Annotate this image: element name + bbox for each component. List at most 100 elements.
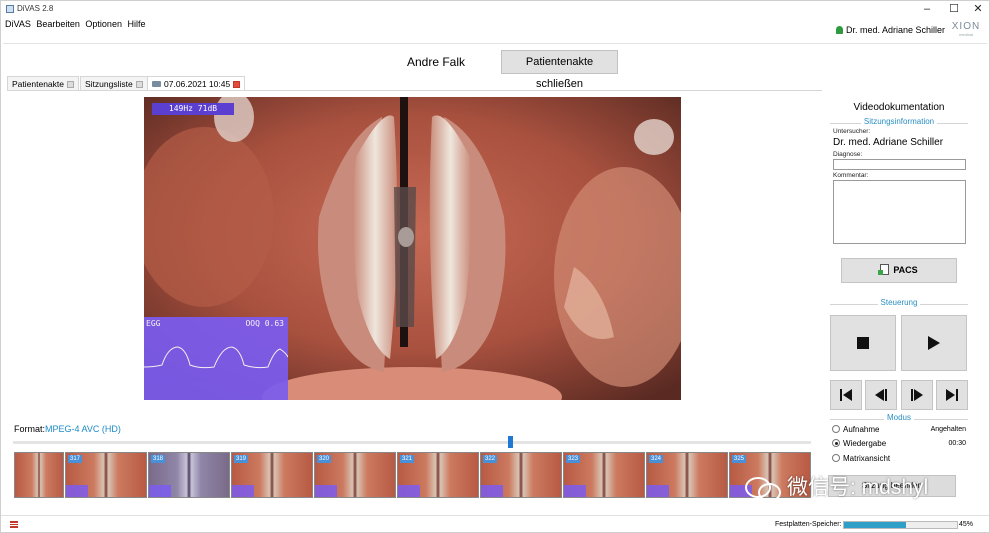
egg-waveform	[144, 346, 288, 369]
format-label: Format:	[14, 424, 46, 434]
wechat-watermark: 微信号: mdshyl	[745, 471, 928, 505]
mode-label: Wiedergabe	[843, 439, 887, 448]
frequency-level-readout: 149Hz 71dB	[152, 103, 234, 115]
jump-to-end-button[interactable]	[936, 380, 968, 410]
pacs-export-icon	[878, 264, 890, 275]
close-window-button[interactable]: ✕	[965, 1, 990, 17]
mode-label: Matrixansicht	[843, 454, 891, 463]
pacs-button[interactable]: PACS	[841, 258, 957, 283]
thumbnail[interactable]: 318	[148, 452, 230, 498]
tab-underline	[7, 90, 822, 91]
step-forward-icon	[911, 389, 923, 401]
patient-name: Andre Falk	[406, 55, 466, 69]
thumbnail-number: 319	[234, 455, 249, 463]
thumbnail-number: 322	[483, 455, 498, 463]
recording-status: Angehalten	[930, 426, 966, 433]
panel-title: Videodokumentation	[853, 102, 945, 113]
menu-hilfe[interactable]: Hilfe	[127, 19, 145, 29]
current-user: Dr. med. Adriane Schiller	[835, 23, 945, 37]
mode-legend: Modus	[883, 413, 914, 422]
header-divider	[3, 43, 987, 44]
menu-divas[interactable]: DiVAS	[5, 19, 31, 29]
tab-patientenakte[interactable]: Patientenakte	[7, 76, 79, 90]
diagnosis-label: Diagnose:	[833, 151, 863, 158]
session-info-legend: Sitzungsinformation	[860, 117, 938, 126]
menu-bearbeiten[interactable]: Bearbeiten	[36, 19, 80, 29]
tab-sitzungsliste[interactable]: Sitzungsliste	[80, 76, 148, 90]
close-tab-icon[interactable]	[233, 81, 241, 88]
disk-space-fill	[844, 522, 907, 528]
skip-to-start-icon	[840, 389, 852, 401]
step-forward-button[interactable]	[901, 380, 933, 410]
mode-playback[interactable]: Wiedergabe 00:30	[832, 438, 968, 450]
app-window: DiVAS 2.8 – ☐ ✕ DiVAS Bearbeiten Optione…	[0, 0, 990, 533]
radio-matrix[interactable]	[832, 454, 840, 462]
examiner-value: Dr. med. Adriane Schiller	[833, 137, 944, 148]
disk-space-bar	[843, 521, 958, 529]
thumbnail-number: 320	[317, 455, 332, 463]
camera-icon	[152, 81, 161, 87]
thumbnail[interactable]: 323	[563, 452, 645, 498]
skip-to-end-icon	[946, 389, 958, 401]
thumbnail-number: 324	[649, 455, 664, 463]
menu-optionen[interactable]: Optionen	[85, 19, 122, 29]
thumbnail-number: 317	[68, 455, 83, 463]
stop-button[interactable]	[830, 315, 896, 371]
egg-overlay: EGG OOQ 0.63	[144, 317, 288, 400]
wechat-icon	[745, 473, 783, 503]
close-patient-record-button[interactable]: Patientenakte schließen	[501, 50, 618, 90]
thumbnail-number: 318	[151, 455, 166, 463]
title-bar: DiVAS 2.8 – ☐ ✕	[1, 1, 989, 17]
thumbnail[interactable]	[14, 452, 64, 498]
comment-field[interactable]	[833, 180, 966, 244]
status-bar: Festplatten-Speicher: 45%	[1, 515, 989, 533]
thumbnail[interactable]: 321	[397, 452, 479, 498]
radio-playback[interactable]	[832, 439, 840, 447]
disk-space-label: Festplatten-Speicher:	[775, 521, 842, 528]
tab-label: 07.06.2021 10:45	[164, 79, 231, 89]
user-name: Dr. med. Adriane Schiller	[845, 25, 945, 35]
comment-label: Kommentar:	[833, 172, 869, 179]
thumbnail-number: 323	[566, 455, 581, 463]
radio-recording[interactable]	[832, 425, 840, 433]
menu-bar: DiVAS Bearbeiten Optionen Hilfe	[5, 17, 148, 31]
close-tab-icon[interactable]	[135, 81, 143, 88]
step-back-button[interactable]	[865, 380, 897, 410]
control-legend: Steuerung	[877, 298, 921, 307]
control-group: Steuerung	[830, 298, 968, 314]
play-button[interactable]	[901, 315, 967, 371]
thumbnail[interactable]: 319	[231, 452, 313, 498]
user-icon	[835, 26, 843, 34]
thumbnail[interactable]: 324	[646, 452, 728, 498]
stop-icon	[857, 337, 869, 349]
thumbnail[interactable]: 317	[65, 452, 147, 498]
tab-label: Sitzungsliste	[85, 79, 133, 89]
xion-logo: XION medical	[951, 21, 981, 37]
maximize-button[interactable]: ☐	[941, 1, 967, 17]
jump-to-start-button[interactable]	[830, 380, 862, 410]
mode-matrix[interactable]: Matrixansicht	[832, 453, 968, 465]
thumbnail-number: 321	[400, 455, 415, 463]
thumbnail[interactable]: 322	[480, 452, 562, 498]
timeline-track[interactable]	[13, 441, 811, 444]
thumbnail-strip: 317 318 319 320 321 322 323 324 325	[14, 452, 811, 498]
pacs-label: PACS	[893, 265, 918, 275]
close-tab-icon[interactable]	[66, 81, 74, 88]
playback-time: 00:30	[948, 440, 966, 447]
timeline-slider-thumb[interactable]	[508, 436, 513, 448]
play-icon	[928, 336, 940, 350]
diagnosis-field[interactable]	[833, 159, 966, 170]
app-icon	[6, 5, 14, 13]
format-info: Format:MPEG-4 AVC (HD)	[14, 424, 121, 434]
video-viewer[interactable]: 149Hz 71dB EGG OOQ 0.63	[144, 97, 681, 400]
status-menu-icon[interactable]	[10, 521, 18, 528]
tab-label: Patientenakte	[12, 79, 64, 89]
disk-space-percent: 45%	[959, 521, 974, 528]
thumbnail-number: 325	[732, 455, 747, 463]
thumbnail[interactable]: 320	[314, 452, 396, 498]
tab-session[interactable]: 07.06.2021 10:45	[147, 76, 246, 90]
minimize-button[interactable]: –	[914, 1, 940, 17]
step-back-icon	[875, 389, 887, 401]
format-value: MPEG-4 AVC (HD)	[45, 424, 121, 434]
mode-recording[interactable]: Aufnahme Angehalten	[832, 424, 968, 436]
